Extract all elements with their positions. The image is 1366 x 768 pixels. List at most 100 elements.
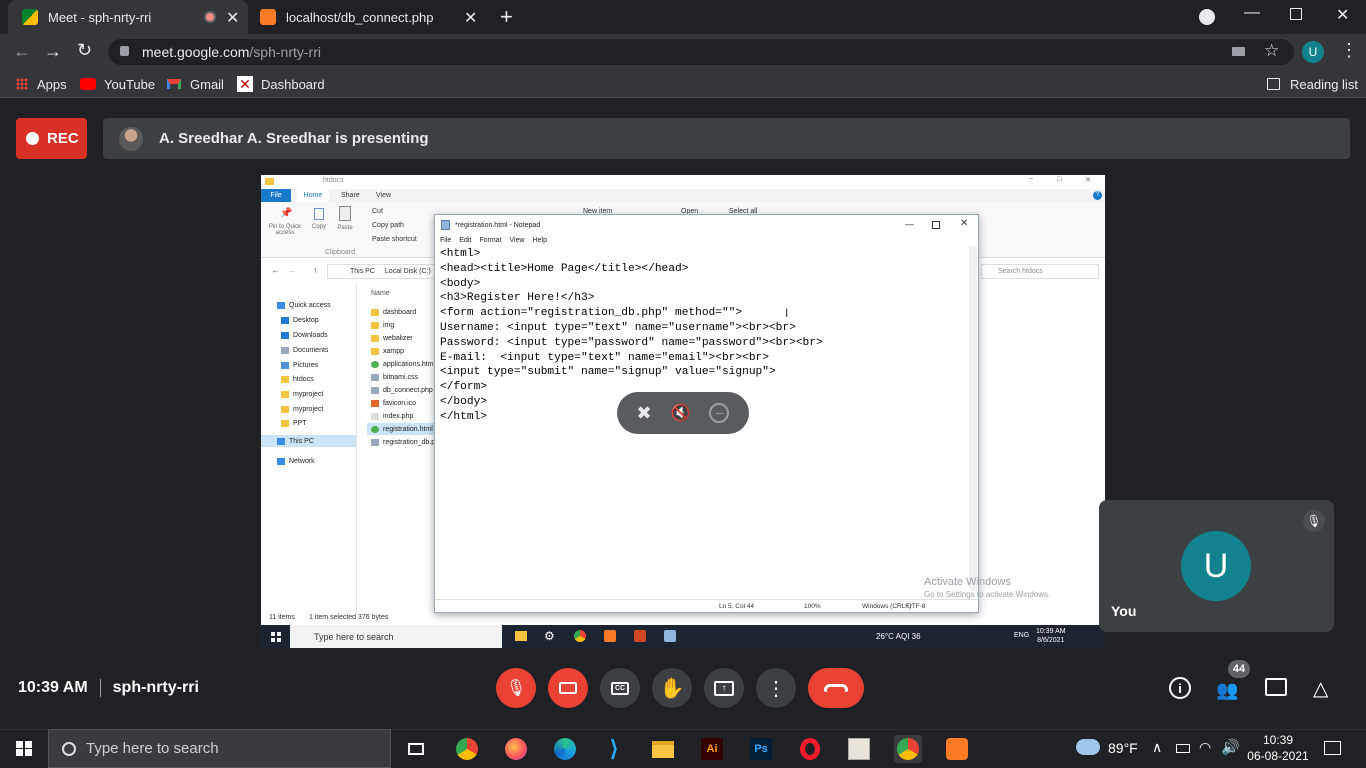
app-icon[interactable] — [845, 735, 873, 763]
close-tab-icon[interactable]: ✕ — [464, 8, 477, 28]
tab-meet[interactable]: Meet - sph-nrty-rri ✕ — [8, 0, 248, 34]
shared-xampp-icon[interactable] — [604, 630, 616, 642]
weather-temp[interactable]: 89°F — [1108, 740, 1138, 756]
minimize-icon[interactable]: — — [1244, 4, 1260, 22]
forward-icon[interactable]: → — [44, 41, 62, 62]
remove-icon[interactable]: − — [709, 403, 730, 423]
copy-path-button[interactable]: Copy path — [372, 222, 404, 229]
ribbon-tab-file[interactable]: File — [261, 189, 291, 202]
mute-speaker-icon[interactable]: 🔇 — [671, 403, 691, 423]
participants-button[interactable]: 👥 44 — [1214, 660, 1250, 700]
shared-notepad-icon[interactable] — [664, 630, 676, 642]
file-item[interactable]: img — [371, 319, 394, 331]
nav-pictures[interactable]: Pictures — [281, 359, 318, 371]
menu-format[interactable]: Format — [479, 237, 501, 244]
ex-back-icon[interactable]: ← — [271, 265, 280, 275]
photoshop-icon[interactable]: Ps — [747, 735, 775, 763]
file-item[interactable]: db_connect.php — [371, 384, 433, 396]
bookmark-dashboard[interactable]: ✕ Dashboard — [237, 70, 325, 98]
ribbon-tab-share[interactable]: Share — [341, 192, 360, 199]
np-close-icon[interactable]: ✕ — [960, 218, 968, 229]
nav-quick-access[interactable]: Quick access — [277, 299, 331, 311]
shared-settings-icon[interactable]: ⚙ — [544, 629, 555, 643]
column-header-name[interactable]: Name — [371, 290, 390, 297]
captions-button[interactable]: CC — [600, 668, 640, 708]
paste-button[interactable]: Paste — [333, 206, 357, 231]
nav-desktop[interactable]: Desktop — [281, 314, 319, 326]
menu-file[interactable]: File — [440, 237, 451, 244]
ribbon-tab-home[interactable]: Home — [297, 189, 329, 202]
opera-icon[interactable] — [796, 735, 824, 763]
tray-chevron-icon[interactable]: ∧ — [1152, 739, 1162, 756]
firefox-icon[interactable] — [502, 735, 530, 763]
bookmark-gmail[interactable]: Gmail — [167, 70, 224, 98]
bookmark-youtube[interactable]: YouTube — [80, 70, 155, 98]
shared-chrome-icon[interactable] — [574, 630, 586, 642]
menu-view[interactable]: View — [510, 237, 525, 244]
chrome-profile-icon[interactable] — [894, 735, 922, 763]
tab-search-icon[interactable] — [1199, 9, 1215, 25]
np-minimize-icon[interactable]: — — [905, 219, 914, 229]
task-view-icon[interactable] — [402, 735, 430, 763]
tab-db-connect[interactable]: localhost/db_connect.php ✕ — [248, 0, 488, 34]
nav-htdocs[interactable]: htdocs — [281, 373, 314, 385]
ex-search-box[interactable]: Search htdocs — [981, 264, 1099, 279]
nav-documents[interactable]: Documents — [281, 344, 328, 356]
chrome-icon[interactable] — [453, 735, 481, 763]
xampp-icon[interactable] — [943, 735, 971, 763]
nav-myproject-1[interactable]: myproject — [281, 388, 323, 400]
ribbon-tab-view[interactable]: View — [376, 192, 391, 199]
edge-icon[interactable] — [551, 735, 579, 763]
paste-shortcut-button[interactable]: Paste shortcut — [372, 236, 417, 243]
toggle-camera-button[interactable] — [548, 668, 588, 708]
restore-icon[interactable] — [1290, 8, 1302, 20]
vscode-icon[interactable]: ⟩ — [600, 735, 628, 763]
file-item[interactable]: bitnami.css — [371, 371, 418, 383]
battery-icon[interactable] — [1176, 744, 1190, 753]
explorer-minimize-icon[interactable]: – — [1029, 175, 1033, 182]
start-icon[interactable] — [16, 741, 32, 756]
activities-icon[interactable]: △ — [1313, 676, 1328, 701]
chat-icon[interactable] — [1265, 678, 1287, 696]
menu-kebab-icon[interactable]: ⋮ — [1340, 40, 1358, 61]
menu-help[interactable]: Help — [533, 237, 547, 244]
pin-off-icon[interactable]: ✖ — [636, 403, 651, 424]
menu-edit[interactable]: Edit — [459, 237, 471, 244]
volume-icon[interactable]: 🔊 — [1221, 738, 1240, 756]
copy-button[interactable]: Copy — [309, 208, 329, 230]
shared-powerpoint-icon[interactable] — [634, 630, 646, 642]
ex-forward-icon[interactable]: → — [287, 265, 296, 275]
help-icon[interactable]: ? — [1093, 191, 1102, 200]
explorer-maximize-icon[interactable]: □ — [1057, 176, 1061, 183]
notepad-vertical-scrollbar[interactable] — [969, 246, 977, 591]
wifi-icon[interactable]: ◠ — [1199, 739, 1211, 756]
address-bar[interactable]: meet.google.com/sph-nrty-rri ☆ — [108, 39, 1294, 65]
toggle-mic-button[interactable]: 🎙 — [496, 668, 536, 708]
reload-icon[interactable]: ↻ — [77, 40, 92, 61]
shared-taskbar-search[interactable]: Type here to search — [290, 625, 502, 648]
bookmark-star-icon[interactable]: ☆ — [1264, 41, 1279, 61]
nav-this-pc[interactable]: This PC — [261, 435, 356, 447]
camera-icon[interactable] — [1232, 47, 1245, 56]
more-options-button[interactable]: ⋮ — [756, 668, 796, 708]
close-window-icon[interactable]: ✕ — [1336, 5, 1349, 25]
nav-myproject-2[interactable]: myproject — [281, 403, 323, 415]
ex-up-icon[interactable]: ↑ — [313, 265, 318, 275]
cut-button[interactable]: Cut — [372, 208, 383, 215]
file-item[interactable]: dashboard — [371, 306, 416, 318]
illustrator-icon[interactable]: Ai — [698, 735, 726, 763]
file-item[interactable]: webalizer — [371, 332, 413, 344]
shared-start-icon[interactable] — [271, 632, 281, 642]
bookmark-apps[interactable]: Apps — [16, 70, 67, 98]
meeting-details-icon[interactable]: i — [1169, 677, 1191, 699]
file-item[interactable]: index.php — [371, 410, 413, 422]
nav-downloads[interactable]: Downloads — [281, 329, 328, 341]
back-icon[interactable]: ← — [13, 41, 31, 62]
leave-call-button[interactable] — [808, 668, 864, 708]
file-item[interactable]: favicon.ico — [371, 397, 416, 409]
reading-list[interactable]: Reading list — [1267, 70, 1358, 98]
close-tab-icon[interactable]: ✕ — [226, 8, 239, 28]
explorer-close-icon[interactable]: ✕ — [1085, 176, 1091, 184]
file-item[interactable]: registration_db.php — [371, 436, 443, 448]
shared-explorer-icon[interactable] — [515, 631, 527, 641]
